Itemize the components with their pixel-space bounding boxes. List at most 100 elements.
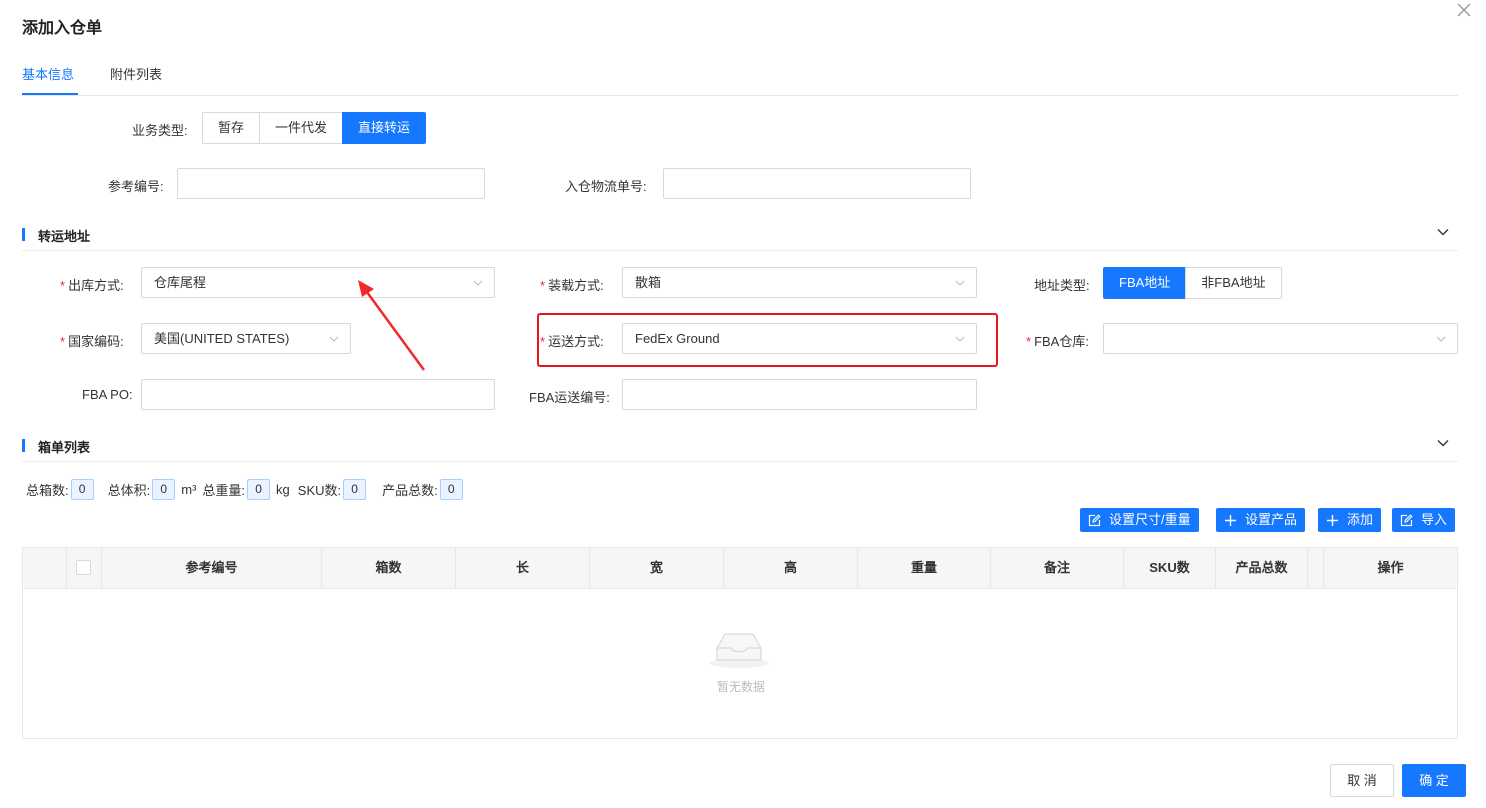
edit-icon xyxy=(1400,513,1413,526)
outbound-method-select[interactable]: 仓库尾程 xyxy=(141,267,495,298)
business-type-direct-transfer[interactable]: 直接转运 xyxy=(342,112,427,144)
table-header-sku-count: SKU数 xyxy=(1124,548,1216,588)
confirm-button[interactable]: 确 定 xyxy=(1402,764,1466,797)
table-header-spacer xyxy=(1308,548,1324,588)
tab-basic-info[interactable]: 基本信息 xyxy=(22,64,74,83)
chevron-down-icon xyxy=(1436,336,1446,342)
select-all-checkbox[interactable] xyxy=(76,560,91,575)
inbound-tracking-input[interactable] xyxy=(663,168,971,199)
table-header-actions: 操作 xyxy=(1377,560,1404,575)
table-header-boxes: 箱数 xyxy=(322,548,456,588)
total-volume-label: 总体积: xyxy=(107,483,151,498)
plus-icon xyxy=(1327,514,1338,526)
total-boxes-value: 0 xyxy=(70,479,94,500)
ref-no-input[interactable] xyxy=(177,168,485,199)
set-size-weight-label: 设置尺寸/重量 xyxy=(1109,512,1191,527)
plus-icon xyxy=(1225,514,1236,526)
product-total-label: 产品总数: xyxy=(382,483,438,498)
set-size-weight-button[interactable]: 设置尺寸/重量 xyxy=(1080,508,1199,532)
business-type-dropship[interactable]: 一件代发 xyxy=(259,112,344,144)
fba-warehouse-label-text: FBA仓库: xyxy=(1034,334,1089,349)
empty-state-text: 暂无数据 xyxy=(716,680,765,694)
empty-inbox-icon xyxy=(709,633,769,668)
chevron-down-icon xyxy=(955,336,965,342)
country-code-select[interactable]: 美国(UNITED STATES) xyxy=(141,323,351,354)
loading-method-label: * 装载方式: xyxy=(540,275,604,294)
close-icon[interactable] xyxy=(1454,0,1474,20)
table-header-weight: 重量 xyxy=(858,548,991,588)
chevron-down-icon xyxy=(473,280,483,286)
fba-po-input[interactable] xyxy=(141,379,495,410)
box-list-section-header: 箱单列表 xyxy=(22,432,1458,462)
outbound-method-label: * 出库方式: xyxy=(60,275,124,294)
volume-unit: m³ xyxy=(181,482,197,497)
required-mark: * xyxy=(540,278,546,293)
table-header-height: 高 xyxy=(724,548,858,588)
section-accent-bar xyxy=(22,228,25,241)
business-type-selector: 暂存 一件代发 直接转运 xyxy=(202,112,427,144)
table-header-index xyxy=(23,548,67,588)
loading-method-select[interactable]: 散箱 xyxy=(622,267,977,298)
required-mark: * xyxy=(540,334,546,349)
table-header-select xyxy=(67,548,102,588)
total-boxes-label: 总箱数: xyxy=(26,483,69,498)
dialog-title: 添加入仓单 xyxy=(22,20,103,37)
fba-warehouse-select[interactable] xyxy=(1103,323,1458,354)
transfer-address-section-header: 转运地址 xyxy=(22,221,1458,251)
shipping-method-label: * 运送方式: xyxy=(540,331,604,350)
import-button[interactable]: 导入 xyxy=(1392,508,1456,532)
chevron-down-icon xyxy=(955,280,965,286)
section-accent-bar xyxy=(22,439,25,452)
table-header-width: 宽 xyxy=(590,548,724,588)
fba-shipment-no-input[interactable] xyxy=(622,379,977,410)
add-label: 添加 xyxy=(1347,512,1374,527)
add-button[interactable]: 添加 xyxy=(1318,508,1382,532)
shipping-method-value: FedEx Ground xyxy=(635,331,720,346)
country-code-label: * 国家编码: xyxy=(60,331,124,350)
table-header: 参考编号 箱数 长 宽 高 重量 备注 SKU数 产品总数 操作 xyxy=(23,548,1457,589)
box-stats: 总箱数: 0 总体积: 0 m³ 总重量: 0 kg SKU数: 0 产品总数:… xyxy=(26,479,469,500)
table-header-ref-no: 参考编号 xyxy=(102,548,322,588)
required-mark: * xyxy=(1026,334,1032,349)
total-volume-value: 0 xyxy=(152,479,176,500)
shipping-method-label-text: 运送方式: xyxy=(548,334,604,349)
country-code-label-text: 国家编码: xyxy=(68,334,124,349)
arrow-annotation-icon xyxy=(358,280,426,371)
chevron-down-icon xyxy=(329,336,339,342)
table-header-length: 长 xyxy=(456,548,590,588)
table-header-remark: 备注 xyxy=(991,548,1124,588)
address-type-label: 地址类型: xyxy=(1034,278,1090,293)
total-weight-label: 总重量: xyxy=(202,483,246,498)
fba-po-label: FBA PO: xyxy=(82,387,133,402)
address-type-selector: FBA地址 非FBA地址 xyxy=(1103,267,1282,299)
required-mark: * xyxy=(60,278,66,293)
set-product-button[interactable]: 设置产品 xyxy=(1216,508,1306,532)
sku-count-label: SKU数: xyxy=(297,483,342,498)
total-weight-value: 0 xyxy=(247,479,271,500)
cancel-button[interactable]: 取 消 xyxy=(1330,764,1394,797)
product-total-value: 0 xyxy=(439,479,463,500)
chevron-down-icon[interactable] xyxy=(1436,225,1450,239)
box-list-title: 箱单列表 xyxy=(38,440,91,455)
required-mark: * xyxy=(60,334,66,349)
fba-shipment-no-label: FBA运送编号: xyxy=(529,390,610,405)
country-code-value: 美国(UNITED STATES) xyxy=(154,331,290,346)
weight-unit: kg xyxy=(276,482,290,497)
import-label: 导入 xyxy=(1421,512,1448,527)
tab-active-indicator xyxy=(22,93,78,95)
tab-attachments[interactable]: 附件列表 xyxy=(110,64,162,83)
loading-method-label-text: 装载方式: xyxy=(548,278,604,293)
ref-no-label: 参考编号: xyxy=(108,179,164,194)
chevron-down-icon[interactable] xyxy=(1436,436,1450,450)
outbound-method-label-text: 出库方式: xyxy=(68,278,124,293)
shipping-method-select[interactable]: FedEx Ground xyxy=(622,323,977,354)
business-type-temp-storage[interactable]: 暂存 xyxy=(202,112,261,144)
address-type-fba[interactable]: FBA地址 xyxy=(1103,267,1187,299)
outbound-method-value: 仓库尾程 xyxy=(154,275,207,290)
inbound-tracking-label: 入仓物流单号: xyxy=(565,179,647,194)
address-type-non-fba[interactable]: 非FBA地址 xyxy=(1185,267,1282,299)
business-type-label: 业务类型: xyxy=(132,123,188,138)
fba-warehouse-label: * FBA仓库: xyxy=(1026,331,1089,350)
table-header-product-total: 产品总数 xyxy=(1216,548,1308,588)
transfer-address-title: 转运地址 xyxy=(38,229,91,244)
